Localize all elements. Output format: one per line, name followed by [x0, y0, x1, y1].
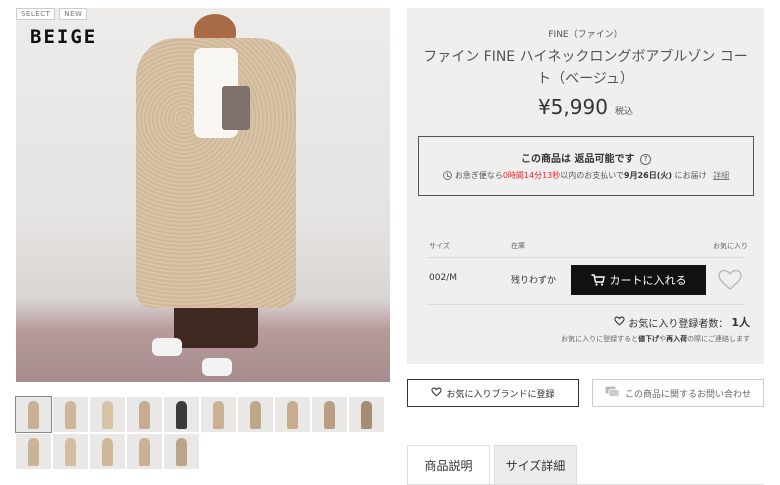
- heart-outline-icon: [431, 387, 443, 400]
- thumbnail-figure: [361, 400, 372, 430]
- add-to-cart-button[interactable]: カートに入れる: [571, 265, 706, 295]
- thumbnail-figure: [102, 400, 113, 430]
- add-to-cart-label: カートに入れる: [609, 274, 687, 287]
- thumbnail[interactable]: [53, 434, 88, 469]
- thumbnail-figure: [176, 400, 187, 430]
- color-label: BEIGE: [30, 26, 98, 48]
- tab-description[interactable]: 商品説明: [407, 445, 490, 485]
- thumbnail-figure: [65, 437, 76, 467]
- heart-outline-icon: [614, 316, 625, 329]
- thumbnail[interactable]: [15, 396, 52, 433]
- detail-tabs: 商品説明 サイズ詳細: [407, 445, 577, 485]
- table-divider: [427, 304, 744, 305]
- thumbnail[interactable]: [127, 397, 162, 432]
- thumbnail[interactable]: [164, 397, 199, 432]
- model-shoe-left: [152, 338, 182, 356]
- favorite-heart-icon[interactable]: [717, 268, 743, 292]
- product-info-panel: FINE（ファイン） ファイン FINE ハイネックロングボアブルゾン コート（…: [407, 8, 764, 222]
- thumbnail-figure: [324, 400, 335, 430]
- model-figure: [136, 8, 296, 382]
- thumbnail[interactable]: [127, 434, 162, 469]
- thumbnail-figure: [250, 400, 261, 430]
- thumbnail[interactable]: [53, 397, 88, 432]
- thumbnail-figure: [65, 400, 76, 430]
- select-tag: SELECT: [16, 8, 56, 20]
- variant-table: サイズ 在庫 お気に入り 002/M 残りわずか カートに入れる お気に入り登録…: [407, 222, 764, 364]
- inquiry-label: この商品に関するお問い合わせ: [624, 389, 751, 400]
- favorite-count: お気に入り登録者数： 1人: [614, 314, 750, 330]
- favorite-count-value: 1人: [731, 316, 750, 329]
- return-policy-text: この商品は 返品可能です: [521, 154, 635, 165]
- favorite-note: お気に入りに登録すると値下げや再入荷の際にご連絡します: [561, 334, 750, 344]
- delivery-details-link[interactable]: 詳細: [713, 171, 729, 180]
- table-divider: [427, 257, 744, 258]
- thumbnail[interactable]: [349, 397, 384, 432]
- chat-icon: [605, 386, 620, 401]
- favorite-note-price-drop: 値下げ: [638, 335, 660, 343]
- thumbnail-figure: [139, 437, 150, 467]
- price: ¥5,990: [537, 95, 608, 119]
- delivery-countdown: 0時間14分13秒: [502, 171, 561, 180]
- size-header: サイズ: [429, 242, 450, 250]
- favorite-brand-button[interactable]: お気に入りブランドに登録: [407, 379, 579, 407]
- favorite-header: お気に入り: [713, 242, 748, 250]
- thumbnail[interactable]: [164, 434, 199, 469]
- return-policy-box: この商品は 返品可能です ? お急ぎ便なら0時間14分13秒以内のお支払いで9月…: [418, 136, 754, 196]
- variant-size: 002/M: [429, 273, 457, 283]
- clock-icon: [442, 171, 452, 180]
- favorite-note-suffix: の際にご連絡します: [687, 335, 750, 343]
- tax-label: 税込: [615, 107, 634, 117]
- thumbnail-figure: [176, 437, 187, 467]
- thumbnail-figure: [213, 400, 224, 430]
- new-tag: NEW: [59, 8, 88, 20]
- thumbnail[interactable]: [312, 397, 347, 432]
- stock-header: 在庫: [511, 242, 525, 250]
- thumbnail[interactable]: [238, 397, 273, 432]
- model-shoe-right: [202, 358, 232, 376]
- thumbnail-grid: [15, 396, 390, 469]
- photo-tags: SELECT NEW: [16, 8, 88, 20]
- thumbnail-figure: [139, 400, 150, 430]
- inquiry-button[interactable]: この商品に関するお問い合わせ: [592, 379, 764, 407]
- favorite-note-prefix: お気に入りに登録すると: [561, 335, 639, 343]
- thumbnail-figure: [28, 437, 39, 467]
- delivery-estimate: お急ぎ便なら0時間14分13秒以内のお支払いで9月26日(火) にお届け 詳細: [419, 170, 753, 181]
- delivery-mid: 以内のお支払いで: [560, 171, 625, 180]
- thumbnail-figure: [287, 400, 298, 430]
- thumbnail[interactable]: [201, 397, 236, 432]
- thumbnail[interactable]: [275, 397, 310, 432]
- thumbnail[interactable]: [90, 434, 125, 469]
- main-product-photo[interactable]: SELECT NEW BEIGE: [16, 8, 390, 382]
- thumbnail-figure: [102, 437, 113, 467]
- favorite-count-label: お気に入り登録者数：: [628, 318, 729, 330]
- favorite-brand-label: お気に入りブランドに登録: [446, 389, 555, 400]
- product-title: ファイン FINE ハイネックロングボアブルゾン コート（ベージュ）: [423, 49, 748, 87]
- model-coat-pocket: [222, 86, 250, 130]
- thumbnail[interactable]: [90, 397, 125, 432]
- help-icon[interactable]: ?: [639, 153, 651, 165]
- delivery-date: 9月26日(火): [624, 171, 673, 180]
- return-policy-title: この商品は 返品可能です ?: [419, 150, 753, 165]
- variant-stock: 残りわずか: [511, 276, 557, 286]
- delivery-suffix: にお届け: [674, 171, 707, 180]
- delivery-prefix: お急ぎ便なら: [454, 171, 503, 180]
- price-block: ¥5,990 税込: [407, 95, 764, 119]
- favorite-note-restock: 再入荷: [666, 335, 688, 343]
- brand-name[interactable]: FINE（ファイン）: [407, 27, 764, 40]
- cart-icon: [591, 274, 605, 286]
- thumbnail[interactable]: [16, 434, 51, 469]
- tab-size-details[interactable]: サイズ詳細: [494, 445, 577, 485]
- thumbnail-figure: [28, 400, 39, 430]
